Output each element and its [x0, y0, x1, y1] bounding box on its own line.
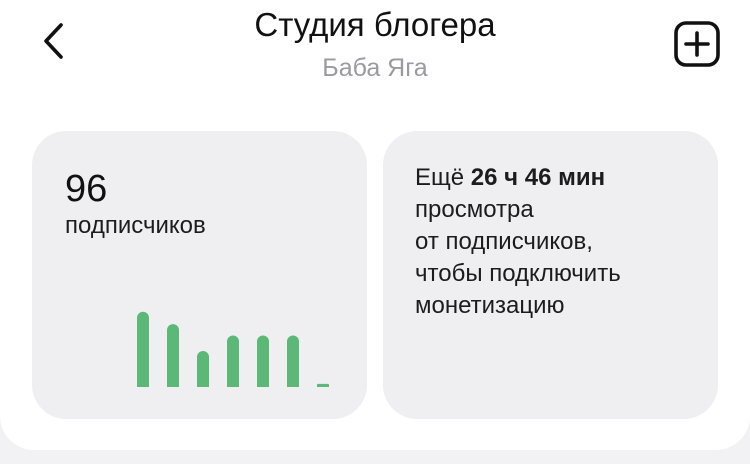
- chart-bar: [257, 335, 269, 387]
- chart-bar: [197, 350, 209, 387]
- plus-square-icon: [674, 21, 720, 67]
- studio-panel: Студия блогера Баба Яга 96 подписчиков Е…: [0, 0, 750, 450]
- page-title: Студия блогера: [254, 6, 496, 43]
- chart-bar: [287, 335, 299, 387]
- monetization-prefix: Ещё: [415, 164, 471, 191]
- chart-bar: [227, 335, 239, 387]
- chart-bar: [137, 311, 149, 387]
- monetization-card[interactable]: Ещё 26 ч 46 мин просмотра от подписчиков…: [383, 131, 718, 419]
- add-button[interactable]: [673, 20, 721, 68]
- monetization-line: чтобы подключить: [415, 260, 621, 287]
- subscribers-count: 96: [65, 168, 108, 210]
- monetization-text: Ещё 26 ч 46 мин просмотра от подписчиков…: [415, 162, 705, 322]
- subscribers-card[interactable]: 96 подписчиков: [32, 131, 367, 419]
- subscribers-label: подписчиков: [65, 212, 206, 239]
- monetization-line: монетизацию: [415, 292, 565, 319]
- chart-bar: [167, 324, 179, 387]
- monetization-line: от подписчиков,: [415, 228, 593, 255]
- chart-bar: [317, 383, 329, 387]
- page-subtitle: Баба Яга: [322, 54, 428, 82]
- monetization-amount: 26 ч 46 мин: [470, 164, 606, 191]
- subscribers-chart: [137, 311, 329, 387]
- monetization-line: просмотра: [415, 196, 534, 223]
